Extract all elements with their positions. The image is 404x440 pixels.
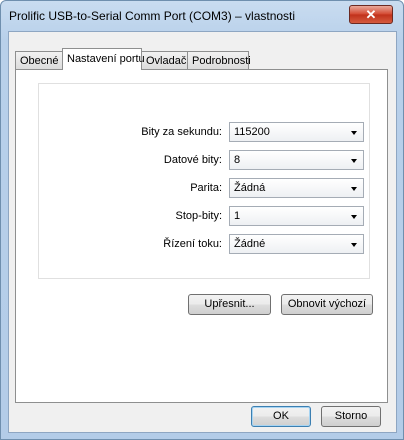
baud-rate-dropdown[interactable]: 115200: [229, 122, 364, 142]
chevron-down-icon: [351, 159, 357, 163]
data-bits-label: Datové bity:: [163, 154, 222, 166]
stop-bits-label: Stop-bity:: [175, 210, 222, 222]
port-settings-panel: Bity za sekundu: 115200 Datové bity: 8 P…: [15, 69, 388, 403]
chevron-down-icon: [351, 131, 357, 135]
setting-row-baud: Bity za sekundu: 115200: [39, 122, 369, 144]
properties-window: Prolific USB-to-Serial Comm Port (COM3) …: [0, 0, 404, 440]
setting-row-stop-bits: Stop-bity: 1: [39, 206, 369, 228]
close-icon: ✕: [365, 7, 377, 22]
parity-label: Parita:: [190, 182, 222, 194]
close-button[interactable]: ✕: [349, 5, 393, 24]
flow-control-value: Žádné: [234, 238, 266, 250]
window-title: Prolific USB-to-Serial Comm Port (COM3) …: [9, 9, 296, 23]
stop-bits-dropdown[interactable]: 1: [229, 206, 364, 226]
baud-rate-value: 115200: [234, 126, 270, 138]
flow-control-label: Řízení toku:: [163, 238, 222, 250]
chevron-down-icon: [351, 215, 357, 219]
baud-rate-label: Bity za sekundu:: [141, 126, 222, 138]
chevron-down-icon: [351, 243, 357, 247]
cancel-button[interactable]: Storno: [321, 406, 381, 427]
stop-bits-value: 1: [234, 210, 241, 222]
settings-group: Bity za sekundu: 115200 Datové bity: 8 P…: [38, 83, 370, 279]
tab-port-settings[interactable]: Nastavení portu: [62, 48, 145, 70]
restore-defaults-button[interactable]: Obnovit výchozí: [281, 294, 373, 315]
data-bits-value: 8: [234, 154, 241, 166]
setting-row-data-bits: Datové bity: 8: [39, 150, 369, 172]
parity-dropdown[interactable]: Žádná: [229, 178, 364, 198]
chevron-down-icon: [351, 187, 357, 191]
tab-general[interactable]: Obecné: [15, 51, 63, 69]
flow-control-dropdown[interactable]: Žádné: [229, 234, 364, 254]
data-bits-dropdown[interactable]: 8: [229, 150, 364, 170]
tab-driver[interactable]: Ovladač: [141, 51, 188, 69]
setting-row-flow-control: Řízení toku: Žádné: [39, 234, 369, 256]
dialog-client-area: Obecné Nastavení portu Ovladač Podrobnos…: [8, 31, 397, 433]
parity-value: Žádná: [234, 182, 266, 194]
setting-row-parity: Parita: Žádná: [39, 178, 369, 200]
tab-details[interactable]: Podrobnosti: [187, 51, 251, 69]
title-bar[interactable]: Prolific USB-to-Serial Comm Port (COM3) …: [1, 1, 403, 31]
ok-button[interactable]: OK: [251, 406, 311, 427]
advanced-button[interactable]: Upřesnit...: [188, 294, 271, 315]
